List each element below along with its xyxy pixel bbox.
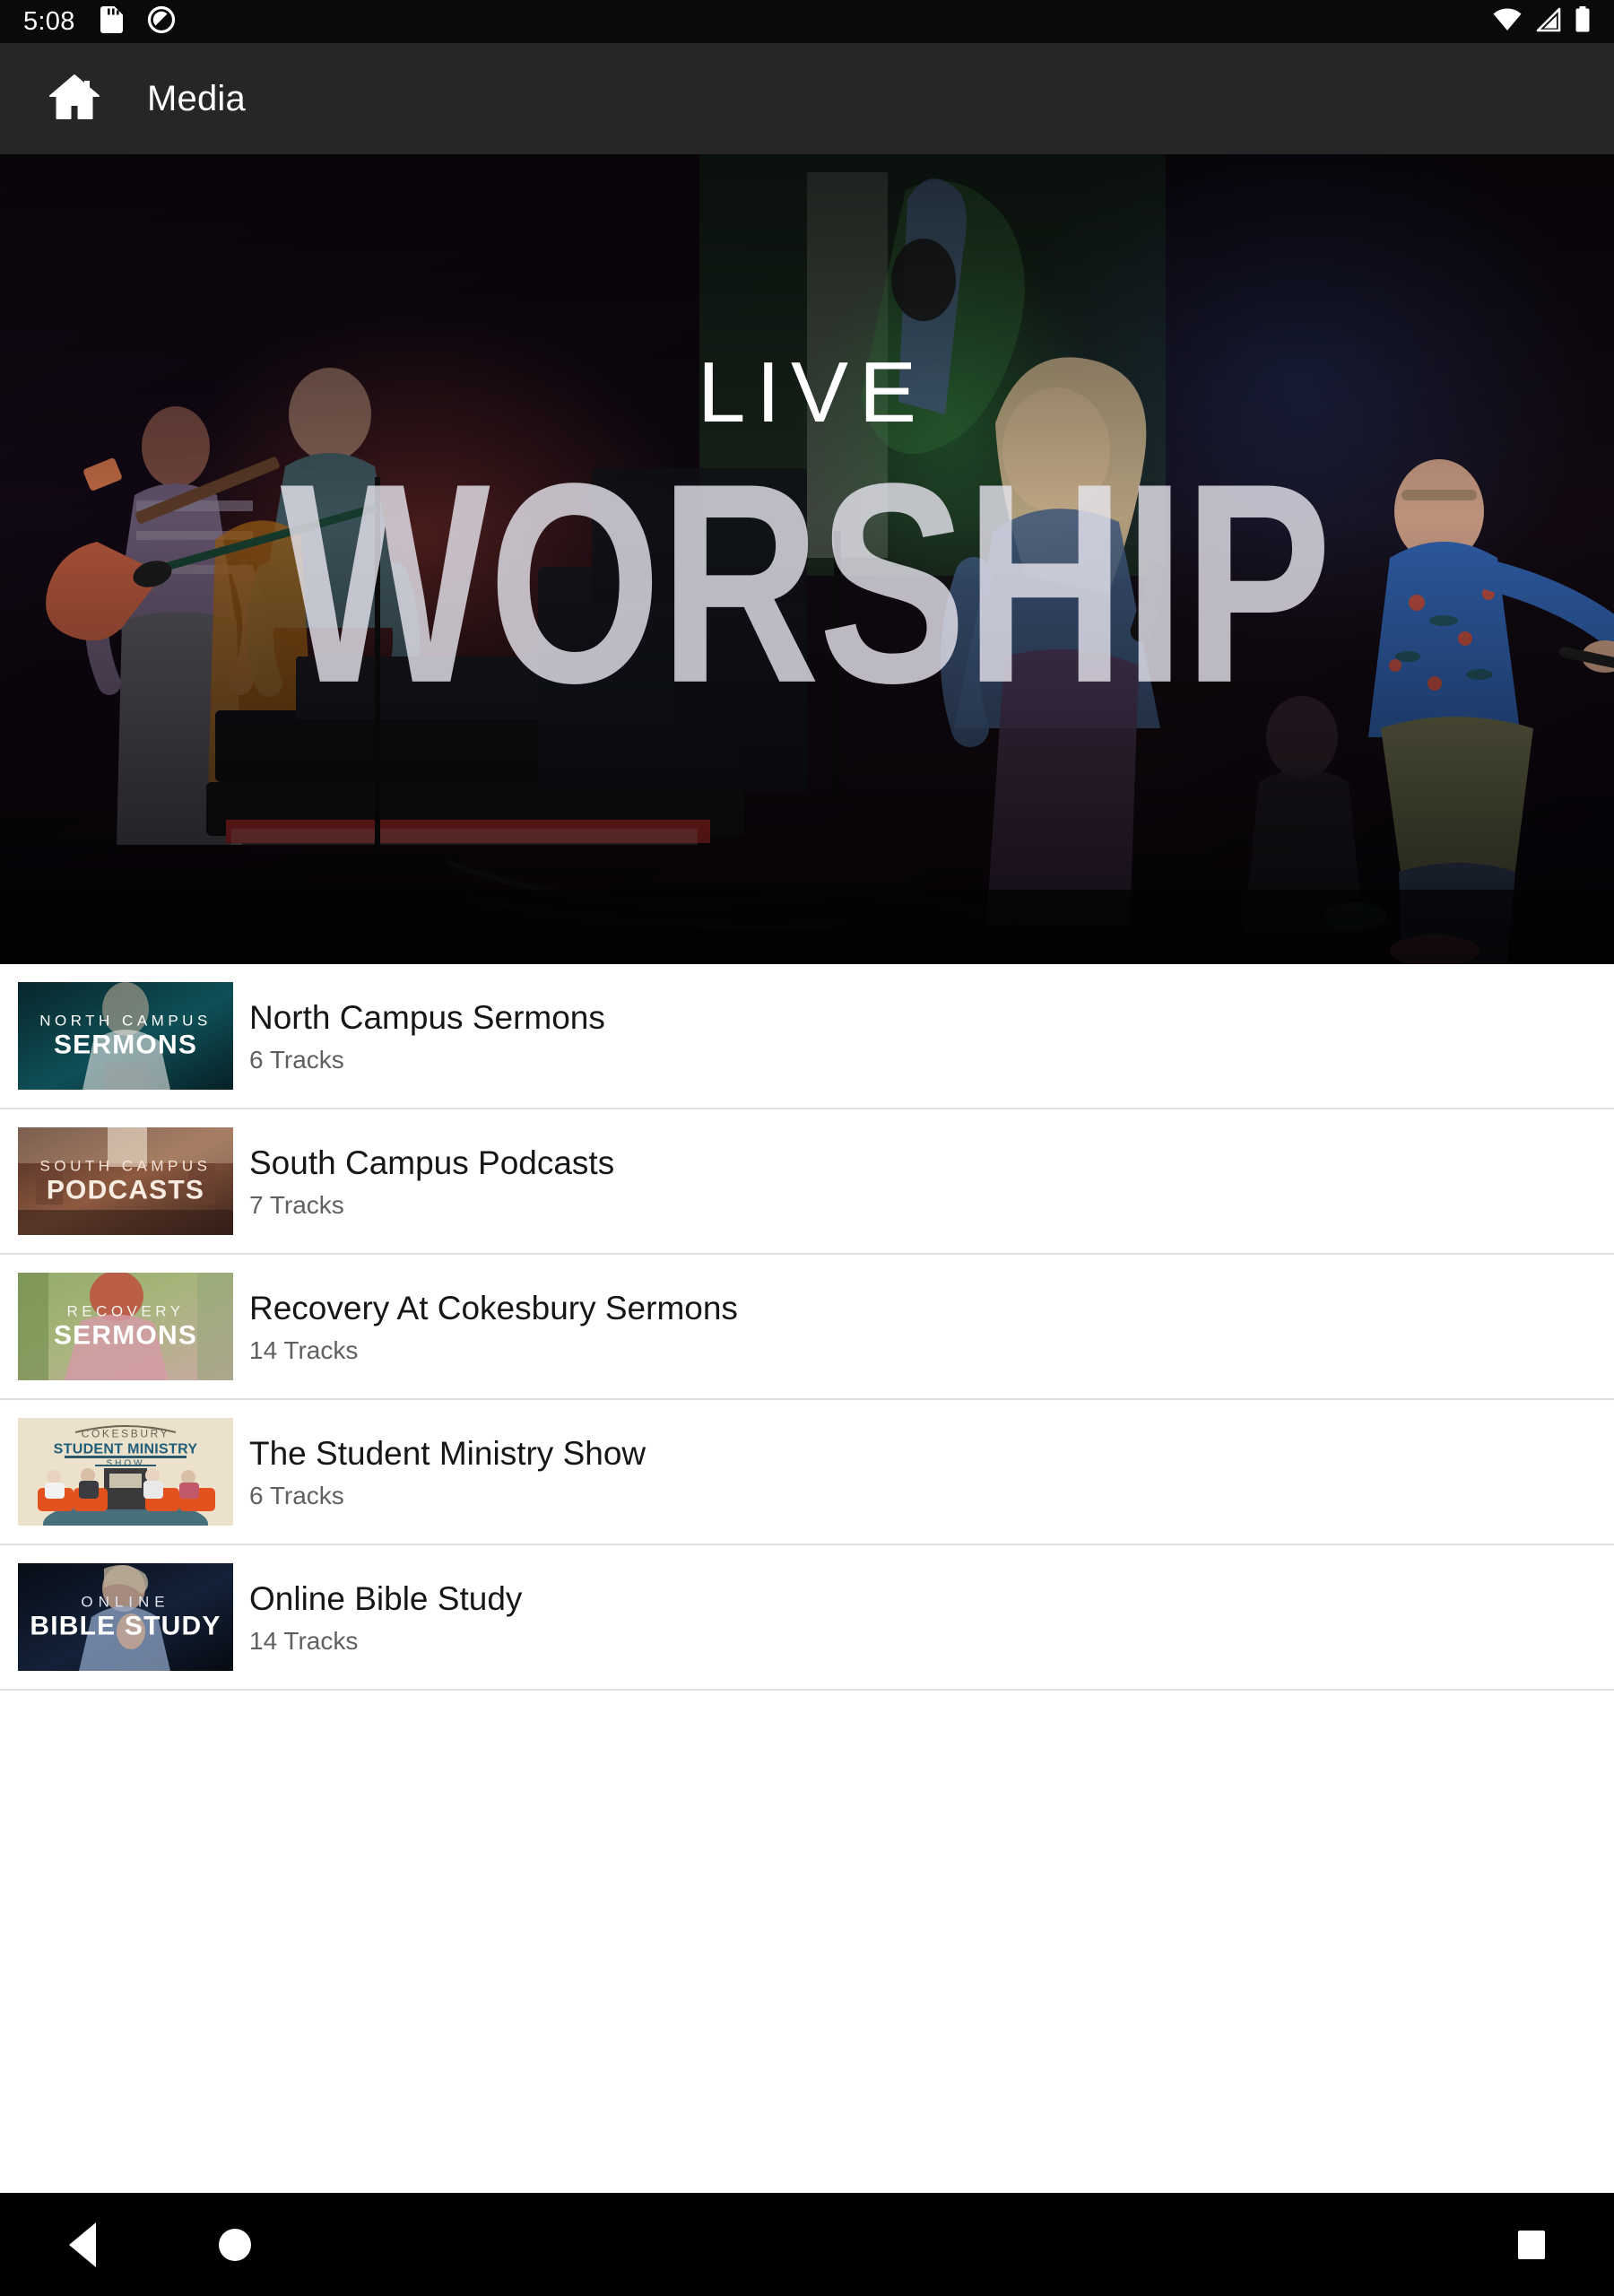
worship-stage-illustration	[0, 154, 1614, 964]
list-item-subtitle: 14 Tracks	[249, 1627, 359, 1656]
do-not-disturb-icon	[147, 5, 176, 39]
status-bar-right	[1492, 5, 1591, 38]
thumbnail-caption: SOUTH CAMPUS PODCASTS	[18, 1159, 233, 1205]
status-bar-clock: 5:08	[23, 6, 75, 36]
hero-photo	[0, 154, 1614, 964]
list-item[interactable]: SOUTH CAMPUS PODCASTS South Campus Podca…	[0, 1109, 1614, 1255]
home-button[interactable]	[47, 71, 102, 126]
home-circle-icon	[219, 2228, 251, 2261]
wifi-icon	[1492, 7, 1523, 37]
recents-square-icon	[1518, 2230, 1545, 2259]
media-list: NORTH CAMPUS SERMONS North Campus Sermon…	[0, 964, 1614, 1691]
status-bar: 5:08	[0, 0, 1614, 43]
thumbnail-caption-bottom: BIBLE STUDY	[30, 1611, 221, 1641]
list-item-subtitle: 6 Tracks	[249, 1046, 344, 1074]
list-item-title: The Student Ministry Show	[249, 1434, 646, 1472]
sd-card-icon	[99, 5, 124, 39]
list-item[interactable]: COKESBURY STUDENT MINISTRY SHOW The Stud…	[0, 1400, 1614, 1545]
thumbnail-caption-bottom: SERMONS	[53, 1320, 198, 1351]
list-item-text: Online Bible Study 14 Tracks	[249, 1580, 522, 1654]
nav-home-button[interactable]	[208, 2218, 262, 2272]
list-item-text: The Student Ministry Show 6 Tracks	[249, 1435, 646, 1509]
list-item-thumbnail: SOUTH CAMPUS PODCASTS	[18, 1127, 233, 1235]
nav-recents-button[interactable]	[1505, 2218, 1558, 2272]
thumbnail-caption: COKESBURY STUDENT MINISTRY SHOW	[18, 1428, 233, 1468]
app-bar: Media	[0, 43, 1614, 154]
home-icon	[48, 73, 100, 126]
cellular-signal-icon	[1535, 7, 1562, 37]
thumbnail-caption-bottom: STUDENT MINISTRY	[53, 1441, 198, 1457]
thumbnail-caption-top: NORTH CAMPUS	[39, 1012, 212, 1030]
list-item-thumbnail: COKESBURY STUDENT MINISTRY SHOW	[18, 1418, 233, 1526]
list-item-title: North Campus Sermons	[249, 998, 605, 1036]
list-item-subtitle: 7 Tracks	[249, 1191, 344, 1220]
thumbnail-caption-top: SOUTH CAMPUS	[39, 1157, 212, 1175]
list-item[interactable]: RECOVERY SERMONS Recovery At Cokesbury S…	[0, 1255, 1614, 1400]
list-item-subtitle: 14 Tracks	[249, 1336, 359, 1365]
thumbnail-caption-bottom: SERMONS	[53, 1030, 198, 1060]
list-item-subtitle: 6 Tracks	[249, 1482, 344, 1510]
hero-banner[interactable]: LIVE WORSHIP	[0, 154, 1614, 964]
back-triangle-icon	[69, 2222, 96, 2267]
list-item-title: Recovery At Cokesbury Sermons	[249, 1289, 738, 1326]
list-item-thumbnail: ONLINE BIBLE STUDY	[18, 1563, 233, 1671]
thumbnail-caption-top: COKESBURY	[81, 1427, 170, 1440]
list-item-title: South Campus Podcasts	[249, 1144, 615, 1181]
list-item[interactable]: NORTH CAMPUS SERMONS North Campus Sermon…	[0, 964, 1614, 1109]
thumbnail-caption: NORTH CAMPUS SERMONS	[18, 1013, 233, 1059]
list-item-text: North Campus Sermons 6 Tracks	[249, 999, 605, 1073]
thumbnail-caption: RECOVERY SERMONS	[18, 1304, 233, 1350]
system-navigation-bar	[0, 2193, 1614, 2296]
battery-icon	[1575, 5, 1591, 38]
list-item-thumbnail: NORTH CAMPUS SERMONS	[18, 982, 233, 1090]
page-title: Media	[147, 78, 246, 118]
list-item-text: South Campus Podcasts 7 Tracks	[249, 1144, 614, 1218]
list-item[interactable]: ONLINE BIBLE STUDY Online Bible Study 14…	[0, 1545, 1614, 1691]
thumbnail-caption-bottom: PODCASTS	[46, 1175, 205, 1205]
list-item-text: Recovery At Cokesbury Sermons 14 Tracks	[249, 1290, 738, 1363]
status-bar-left: 5:08	[23, 5, 176, 39]
thumbnail-caption: ONLINE BIBLE STUDY	[18, 1595, 233, 1640]
thumbnail-caption-sub: SHOW	[106, 1458, 145, 1469]
list-item-title: Online Bible Study	[249, 1579, 523, 1617]
nav-back-button[interactable]	[56, 2218, 109, 2272]
list-item-thumbnail: RECOVERY SERMONS	[18, 1273, 233, 1380]
thumbnail-caption-top: RECOVERY	[66, 1302, 185, 1320]
thumbnail-caption-top: ONLINE	[81, 1593, 170, 1611]
